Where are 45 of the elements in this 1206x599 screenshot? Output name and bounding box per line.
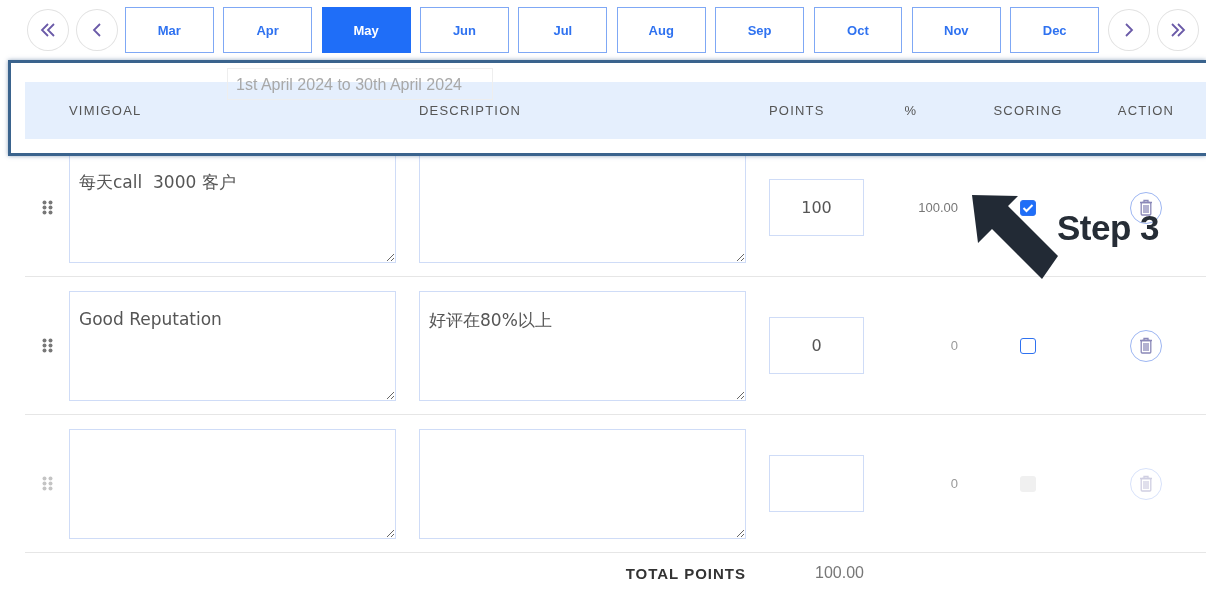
trash-icon: [1139, 475, 1153, 492]
percent-value: 100.00: [917, 200, 958, 215]
month-tab[interactable]: May: [321, 7, 411, 53]
column-header: SCORING: [992, 103, 1064, 118]
drag-handle-icon[interactable]: [41, 200, 53, 215]
trash-icon: [1139, 337, 1153, 354]
scoring-checkbox[interactable]: [1020, 199, 1036, 216]
points-field[interactable]: 0: [769, 317, 864, 374]
column-header: DESCRIPTION: [419, 103, 523, 118]
drag-handle-icon[interactable]: [41, 338, 53, 353]
month-tab[interactable]: Oct: [813, 7, 903, 53]
double-chevron-right-icon: [1170, 23, 1187, 37]
chevron-right-icon: [1124, 23, 1134, 37]
goal-field[interactable]: [69, 428, 396, 539]
last-page-button[interactable]: [1157, 9, 1199, 51]
month-tab[interactable]: Sep: [715, 7, 804, 53]
month-tab[interactable]: Dec: [1010, 7, 1100, 53]
scoring-checkbox[interactable]: [1020, 337, 1036, 354]
percent-value: 0: [949, 338, 958, 353]
next-button[interactable]: [1108, 9, 1151, 51]
goal-field[interactable]: Good Reputation: [69, 290, 396, 401]
total-label: TOTAL POINTS: [624, 564, 747, 582]
period-hint: 1st April 2024 to 30th April 2024: [227, 68, 493, 100]
month-tab[interactable]: Jun: [420, 7, 509, 53]
total-value: 100.00: [814, 564, 864, 582]
description-field[interactable]: [419, 428, 746, 539]
description-field[interactable]: 好评在80%以上: [419, 290, 746, 401]
month-tab[interactable]: Jul: [518, 7, 608, 53]
column-header: VIMIGOAL: [69, 103, 143, 118]
points-field[interactable]: 100: [769, 179, 864, 236]
month-tab[interactable]: Nov: [911, 7, 1001, 53]
trash-icon: [1139, 199, 1153, 216]
month-tab[interactable]: Apr: [223, 7, 313, 53]
double-chevron-left-icon: [39, 23, 56, 37]
percent-value: 0: [949, 476, 958, 491]
column-header: ACTION: [1116, 103, 1176, 118]
month-tab[interactable]: Aug: [616, 7, 706, 53]
column-header: %: [903, 103, 919, 118]
points-field[interactable]: [769, 455, 864, 512]
chevron-left-icon: [92, 23, 102, 37]
previous-button[interactable]: [75, 9, 118, 51]
column-header: POINTS: [769, 103, 826, 118]
month-tab[interactable]: Mar: [124, 7, 214, 53]
first-page-button[interactable]: [27, 9, 69, 51]
step-label: Step 3: [1057, 208, 1160, 248]
